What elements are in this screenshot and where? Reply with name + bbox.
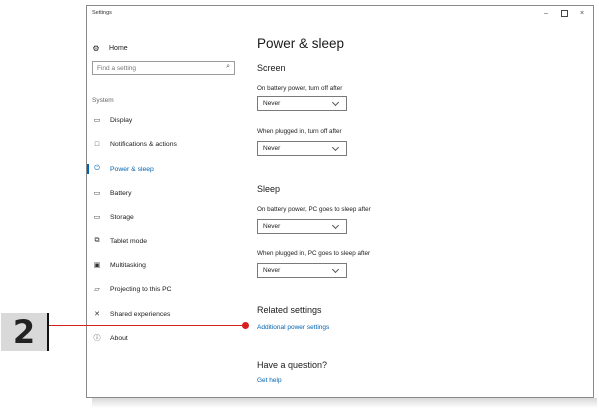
- nav-home-label: Home: [109, 44, 128, 52]
- sidebar-item-display[interactable]: ▭ Display: [87, 113, 242, 127]
- sidebar-nav: ⚙ Home Find a setting ⌕ System ▭ Display…: [87, 24, 242, 394]
- sidebar-item-label: Projecting to this PC: [110, 285, 172, 293]
- info-icon: ⓘ: [93, 335, 101, 342]
- sleep-battery-label: On battery power, PC goes to sleep after: [257, 206, 371, 213]
- search-input[interactable]: Find a setting ⌕: [92, 61, 235, 75]
- sidebar-item-label: About: [110, 334, 128, 342]
- projector-icon: ▱: [94, 286, 100, 293]
- sidebar-item-about[interactable]: ⓘ About: [87, 331, 242, 345]
- screen-battery-label: On battery power, turn off after: [257, 85, 343, 92]
- monitor-icon: ▭: [93, 117, 101, 124]
- nav-home[interactable]: ⚙ Home: [91, 41, 128, 55]
- sidebar-item-label: Storage: [110, 213, 134, 221]
- active-indicator: [87, 164, 89, 174]
- dropdown-value: Never: [263, 145, 281, 152]
- screen-plugged-dropdown[interactable]: Never: [257, 141, 347, 156]
- window-title: Settings: [92, 10, 112, 16]
- close-button[interactable]: ×: [575, 8, 589, 20]
- sidebar-item-notifications[interactable]: □ Notifications & actions: [87, 137, 242, 151]
- sidebar-item-label: Shared experiences: [110, 310, 171, 318]
- sidebar-item-label: Multitasking: [110, 261, 146, 269]
- sidebar-item-label: Display: [110, 116, 133, 124]
- battery-icon: ▭: [93, 190, 101, 197]
- nav-section-label: System: [92, 97, 114, 104]
- sidebar-item-battery[interactable]: ▭ Battery: [87, 186, 242, 200]
- callout-dot: [242, 322, 249, 329]
- sidebar-item-projecting[interactable]: ▱ Projecting to this PC: [87, 282, 242, 296]
- sleep-battery-dropdown[interactable]: Never: [257, 219, 347, 234]
- sidebar-item-tablet-mode[interactable]: ⧉ Tablet mode: [87, 234, 242, 248]
- tablet-icon: ⧉: [94, 237, 100, 244]
- sidebar-item-shared-experiences[interactable]: ✕ Shared experiences: [87, 307, 242, 321]
- multitasking-icon: ▣: [93, 262, 101, 269]
- chevron-down-icon: [331, 143, 340, 152]
- notification-icon: □: [94, 140, 100, 148]
- callout-line: [49, 325, 246, 326]
- dropdown-value: Never: [263, 100, 281, 107]
- minimize-button[interactable]: –: [539, 8, 553, 20]
- sleep-plugged-label: When plugged in, PC goes to sleep after: [257, 250, 371, 257]
- sidebar-item-label: Battery: [110, 189, 132, 197]
- maximize-button[interactable]: [557, 8, 571, 20]
- screen-battery-dropdown[interactable]: Never: [257, 96, 347, 111]
- chevron-down-icon: [331, 221, 340, 230]
- title-bar: Settings – ×: [87, 6, 593, 24]
- storage-icon: ▭: [93, 214, 101, 221]
- shared-icon: ✕: [94, 311, 100, 318]
- window-shadow: [92, 398, 597, 408]
- maximize-icon: [560, 9, 568, 17]
- chevron-down-icon: [331, 265, 340, 274]
- settings-window: Settings – × ⚙ Home Find a setting ⌕ Sys…: [86, 5, 594, 398]
- sidebar-item-label: Tablet mode: [110, 237, 148, 245]
- sidebar-item-multitasking[interactable]: ▣ Multitasking: [87, 258, 242, 272]
- search-placeholder: Find a setting: [97, 64, 137, 72]
- search-icon: ⌕: [226, 63, 230, 70]
- callout-badge: 2: [1, 313, 49, 351]
- power-icon: ⏻: [94, 165, 100, 172]
- chevron-down-icon: [331, 98, 340, 107]
- dropdown-value: Never: [263, 223, 281, 230]
- additional-power-settings-link[interactable]: Additional power settings: [257, 324, 329, 331]
- related-settings-heading: Related settings: [257, 305, 322, 315]
- screen-plugged-label: When plugged in, turn off after: [257, 128, 342, 135]
- gear-icon: ⚙: [92, 43, 100, 53]
- get-help-link[interactable]: Get help: [257, 377, 282, 384]
- screen-heading: Screen: [257, 63, 286, 73]
- sleep-heading: Sleep: [257, 184, 281, 194]
- question-heading: Have a question?: [257, 360, 328, 370]
- main-content: Power & sleep Screen On battery power, t…: [257, 24, 587, 394]
- dropdown-value: Never: [263, 267, 281, 274]
- callout-number: 2: [12, 313, 36, 351]
- sidebar-item-power-sleep[interactable]: ⏻ Power & sleep: [87, 162, 242, 176]
- sleep-plugged-dropdown[interactable]: Never: [257, 263, 347, 278]
- sidebar-item-storage[interactable]: ▭ Storage: [87, 210, 242, 224]
- sidebar-item-label: Notifications & actions: [110, 140, 177, 148]
- page-title: Power & sleep: [257, 36, 345, 51]
- sidebar-item-label: Power & sleep: [110, 165, 154, 173]
